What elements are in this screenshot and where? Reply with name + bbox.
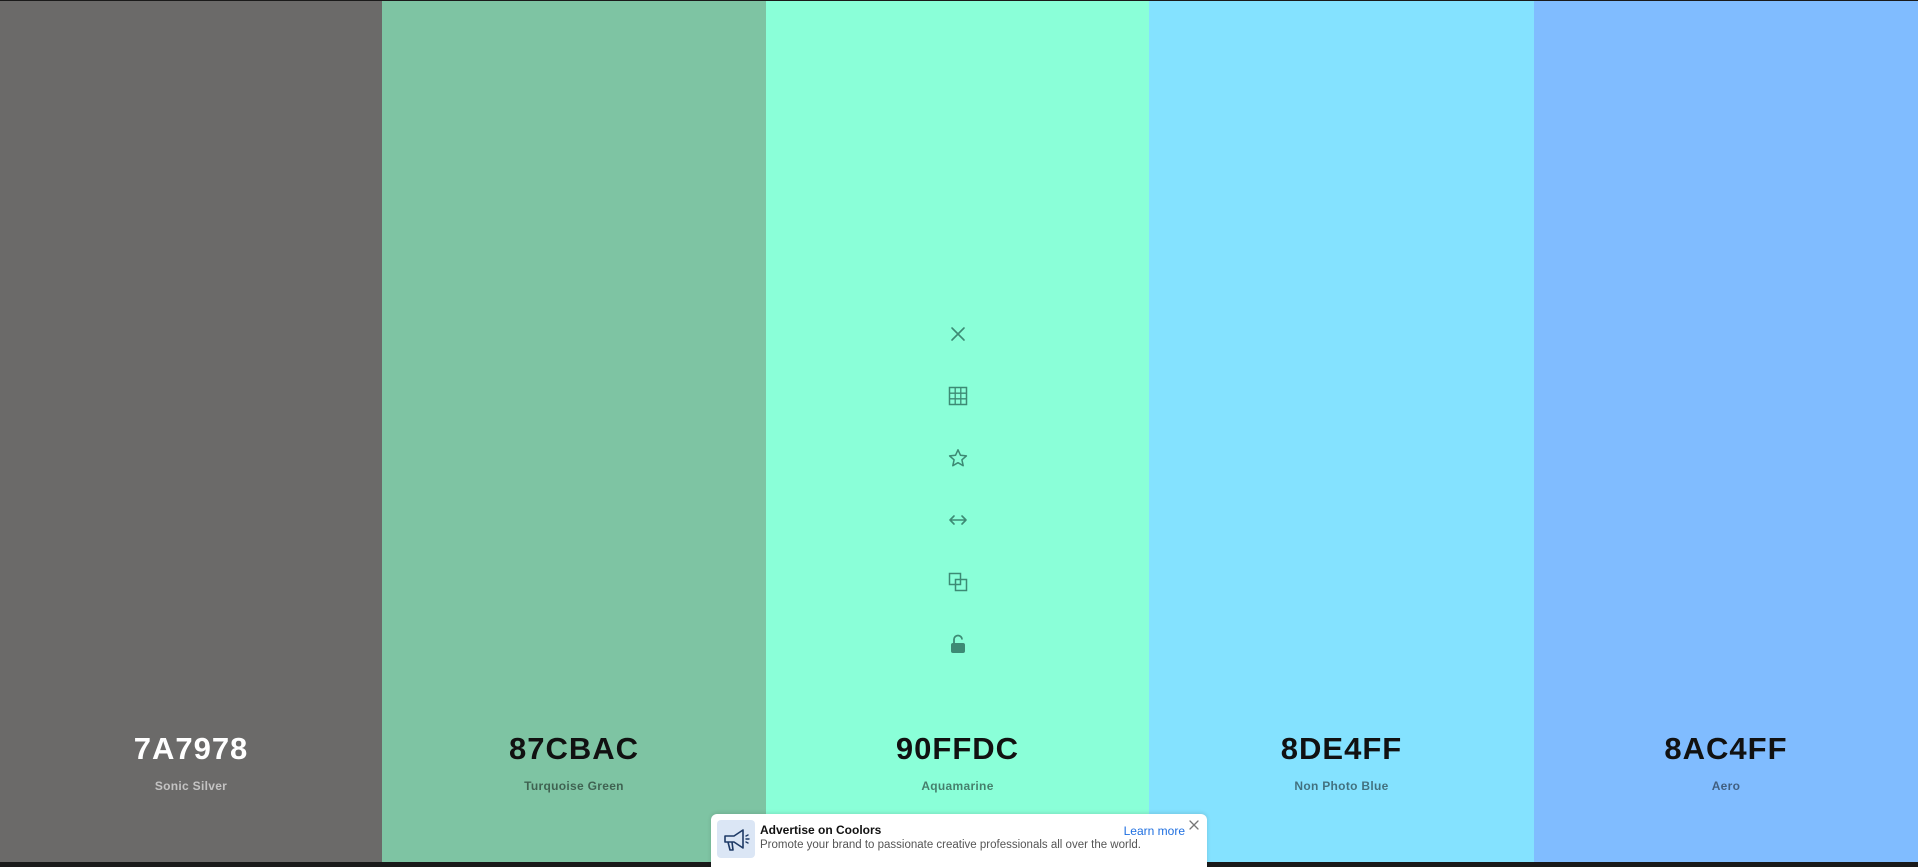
megaphone-icon — [717, 820, 755, 858]
ad-title: Advertise on Coolors — [760, 823, 882, 837]
save-color-button[interactable] — [938, 438, 978, 478]
drag-button[interactable] — [938, 500, 978, 540]
color-swatch-5[interactable]: 8AC4FF Aero — [1534, 1, 1918, 862]
color-name[interactable]: Aquamarine — [766, 779, 1149, 793]
color-swatch-3[interactable]: 90FFDC Aquamarine — [766, 1, 1149, 862]
hex-code[interactable]: 90FFDC — [766, 731, 1149, 767]
color-name[interactable]: Turquoise Green — [382, 779, 766, 793]
hex-code[interactable]: 7A7978 — [0, 731, 382, 767]
view-shades-button[interactable] — [938, 376, 978, 416]
palette: 7A7978 Sonic Silver 87CBAC Turquoise Gre… — [0, 1, 1918, 862]
star-icon — [948, 449, 967, 467]
hex-code[interactable]: 87CBAC — [382, 731, 766, 767]
lock-color-button[interactable] — [938, 624, 978, 664]
hex-code[interactable]: 8DE4FF — [1149, 731, 1534, 767]
color-name[interactable]: Aero — [1534, 779, 1918, 793]
color-swatch-2[interactable]: 87CBAC Turquoise Green — [382, 1, 766, 862]
color-name[interactable]: Non Photo Blue — [1149, 779, 1534, 793]
hex-code[interactable]: 8AC4FF — [1534, 731, 1918, 767]
learn-more-link[interactable]: Learn more — [1124, 824, 1185, 838]
drag-arrows-icon — [948, 515, 967, 525]
unlock-icon — [950, 634, 965, 653]
color-swatch-4[interactable]: 8DE4FF Non Photo Blue — [1149, 1, 1534, 862]
ad-text: Promote your brand to passionate creativ… — [760, 839, 1141, 851]
color-name[interactable]: Sonic Silver — [0, 779, 382, 793]
grid-icon — [948, 386, 967, 406]
swatch-toolbar — [938, 314, 978, 686]
color-swatch-1[interactable]: 7A7978 Sonic Silver — [0, 1, 382, 862]
close-ad-button[interactable] — [1187, 818, 1201, 832]
close-icon — [1189, 820, 1199, 830]
ad-banner[interactable]: Advertise on Coolors Promote your brand … — [711, 814, 1207, 867]
copy-icon — [948, 572, 967, 592]
copy-hex-button[interactable] — [938, 562, 978, 602]
remove-color-button[interactable] — [938, 314, 978, 354]
close-icon — [950, 327, 965, 341]
